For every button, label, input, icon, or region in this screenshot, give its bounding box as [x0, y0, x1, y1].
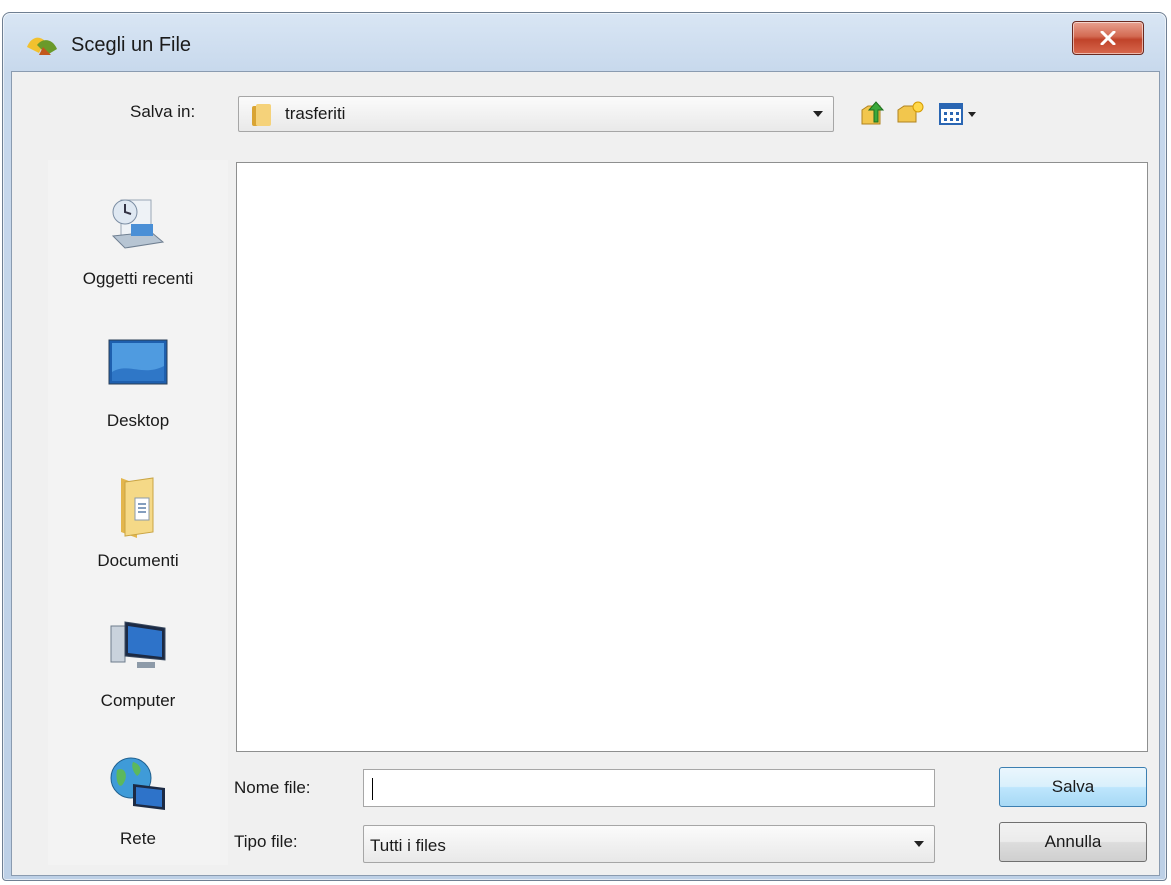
file-list[interactable]	[236, 162, 1148, 752]
up-one-level-icon[interactable]	[858, 100, 886, 128]
save-in-label: Salva in:	[130, 102, 196, 121]
app-icon	[27, 37, 57, 55]
close-button[interactable]	[1072, 21, 1144, 55]
window-title: Scegli un File	[71, 34, 192, 56]
chevron-down-icon	[968, 112, 976, 117]
file-type-dropdown[interactable]: Tutti i files	[363, 825, 935, 863]
new-folder-icon[interactable]	[896, 100, 924, 128]
place-documents[interactable]: Documenti	[48, 472, 228, 571]
place-computer[interactable]: Computer	[48, 612, 228, 711]
title-bar[interactable]: Scegli un File	[3, 13, 1166, 71]
file-type-value: Tutti i files	[370, 836, 446, 855]
documents-folder-icon	[121, 477, 154, 538]
place-desktop[interactable]: Desktop	[48, 332, 228, 431]
place-label: Desktop	[106, 411, 170, 430]
save-in-dropdown[interactable]: trasferiti	[238, 96, 834, 132]
desktop-icon	[108, 339, 168, 385]
network-icon	[110, 757, 165, 810]
place-label: Rete	[120, 829, 156, 848]
recent-items-icon	[111, 199, 165, 249]
places-bar: Oggetti recenti Desktop Documenti Comput…	[48, 160, 228, 865]
file-dialog-window: Scegli un File Salva in: trasferiti Ogge…	[2, 12, 1167, 881]
place-label: Computer	[100, 691, 176, 710]
file-name-label: Nome file:	[234, 778, 311, 797]
folder-icon	[252, 104, 271, 126]
computer-icon	[110, 621, 166, 668]
chevron-down-icon	[813, 111, 823, 117]
dialog-body: Salva in: trasferiti Oggetti recenti Des…	[11, 71, 1160, 876]
file-type-label: Tipo file:	[234, 832, 298, 851]
file-name-input[interactable]	[363, 769, 935, 807]
place-label: Documenti	[97, 551, 179, 570]
cancel-button[interactable]: Annulla	[999, 822, 1147, 862]
place-recent-items[interactable]: Oggetti recenti	[48, 190, 228, 289]
place-label: Oggetti recenti	[82, 269, 194, 288]
save-button[interactable]: Salva	[999, 767, 1147, 807]
save-in-value: trasferiti	[285, 104, 346, 123]
chevron-down-icon	[914, 841, 924, 847]
place-network[interactable]: Rete	[48, 750, 228, 849]
text-caret	[372, 778, 373, 800]
view-menu-button[interactable]	[938, 100, 982, 128]
view-menu-icon	[939, 103, 963, 125]
close-icon	[1100, 31, 1116, 45]
